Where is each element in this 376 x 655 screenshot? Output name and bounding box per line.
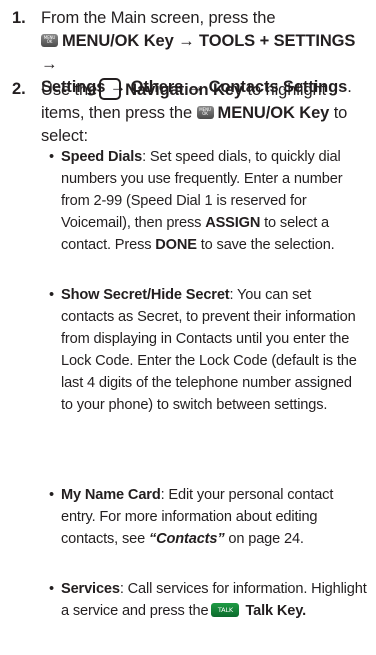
step-number: 2.	[12, 80, 26, 98]
bullet-icon: •	[49, 149, 55, 165]
manual-page: 1. From the Main screen, press the MENU …	[0, 0, 376, 655]
navigation-key-icon	[99, 78, 122, 100]
bullet-description: : You can set contacts as Secret, to pre…	[61, 287, 357, 413]
menu-ok-key-icon: MENU OK	[196, 106, 214, 119]
use-the-text: Use the	[41, 81, 98, 99]
bullet-term: Show Secret/Hide Secret	[61, 287, 230, 303]
page-reference: on page 24.	[228, 531, 304, 547]
step-number: 1.	[12, 9, 26, 27]
bullet-term: Services	[61, 581, 120, 597]
navigation-key-label: Navigation Key	[125, 81, 243, 99]
menu-ok-key-label: MENU/OK Key	[62, 32, 174, 50]
talk-key-label: Talk Key.	[245, 603, 307, 619]
bullet-text: Show Secret/Hide Secret: You can set con…	[61, 284, 367, 416]
path-tools-settings: TOOLS + SETTINGS	[199, 32, 356, 50]
done-softkey: DONE	[155, 237, 197, 253]
bullet-icon: •	[49, 581, 55, 597]
bullet-icon: •	[49, 287, 55, 303]
step-text: Use the Navigation Key to highlight items…	[41, 78, 366, 148]
menu-ok-key-icon: MENU OK	[41, 34, 58, 47]
bullet-icon: •	[49, 487, 55, 503]
bullet-term: Speed Dials	[61, 149, 143, 165]
step-intro: From the Main screen, press the	[41, 9, 276, 27]
bullet-term: My Name Card	[61, 487, 161, 503]
bullet-text: My Name Card: Edit your personal contact…	[61, 484, 367, 550]
arrow-icon: →	[41, 55, 58, 73]
talk-key-icon: TALK	[211, 603, 240, 617]
menu-ok-key-label: MENU/OK Key	[217, 104, 330, 122]
bullet-description: to save the selection.	[200, 237, 335, 253]
bullet-text: Speed Dials: Set speed dials, to quickly…	[61, 146, 367, 256]
arrow-icon: →	[178, 32, 195, 50]
bullet-text: Services: Call services for information.…	[61, 578, 367, 622]
contacts-xref: “Contacts”	[148, 531, 225, 547]
assign-softkey: ASSIGN	[205, 215, 261, 231]
